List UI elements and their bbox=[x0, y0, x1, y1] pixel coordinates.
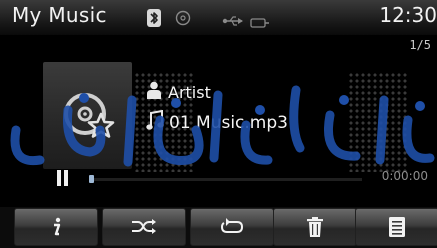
disc-favorite-icon bbox=[64, 93, 115, 138]
delete-button[interactable] bbox=[273, 208, 357, 246]
repeat-icon bbox=[220, 218, 244, 233]
usb-icon bbox=[222, 12, 244, 31]
function-button-bar bbox=[0, 207, 437, 248]
artist-row: Artist bbox=[146, 81, 211, 103]
speaker-texture-right bbox=[348, 72, 408, 172]
info-icon bbox=[54, 217, 61, 236]
person-icon bbox=[146, 81, 162, 103]
file-name: 01 Music.mp3 bbox=[169, 113, 288, 133]
list-icon bbox=[389, 217, 405, 237]
status-bar: My Music 12:30 bbox=[0, 0, 437, 35]
playback-row: 0:00:00 bbox=[0, 164, 437, 192]
disc-icon bbox=[175, 10, 191, 30]
progress-bar[interactable] bbox=[90, 178, 362, 181]
trash-icon bbox=[307, 217, 323, 237]
pause-icon[interactable] bbox=[57, 170, 69, 190]
file-row: 01 Music.mp3 bbox=[146, 109, 288, 136]
repeat-button[interactable] bbox=[190, 208, 274, 246]
bluetooth-icon bbox=[147, 9, 161, 31]
music-player-screen: My Music 12:30 1/5 Artist 01 Music.mp3 0… bbox=[0, 0, 437, 248]
shuffle-icon bbox=[132, 219, 156, 234]
music-note-icon bbox=[146, 109, 164, 136]
elapsed-time: 0:00:00 bbox=[381, 169, 428, 183]
track-counter: 1/5 bbox=[409, 38, 431, 52]
shuffle-button[interactable] bbox=[102, 208, 186, 246]
album-art bbox=[43, 62, 132, 169]
screen-title: My Music bbox=[12, 3, 107, 27]
clock: 12:30 bbox=[379, 3, 437, 27]
artist-label: Artist bbox=[168, 82, 211, 102]
aux-icon bbox=[250, 13, 270, 32]
info-button[interactable] bbox=[14, 208, 98, 246]
list-button[interactable] bbox=[355, 208, 437, 246]
progress-marker[interactable] bbox=[89, 175, 94, 183]
